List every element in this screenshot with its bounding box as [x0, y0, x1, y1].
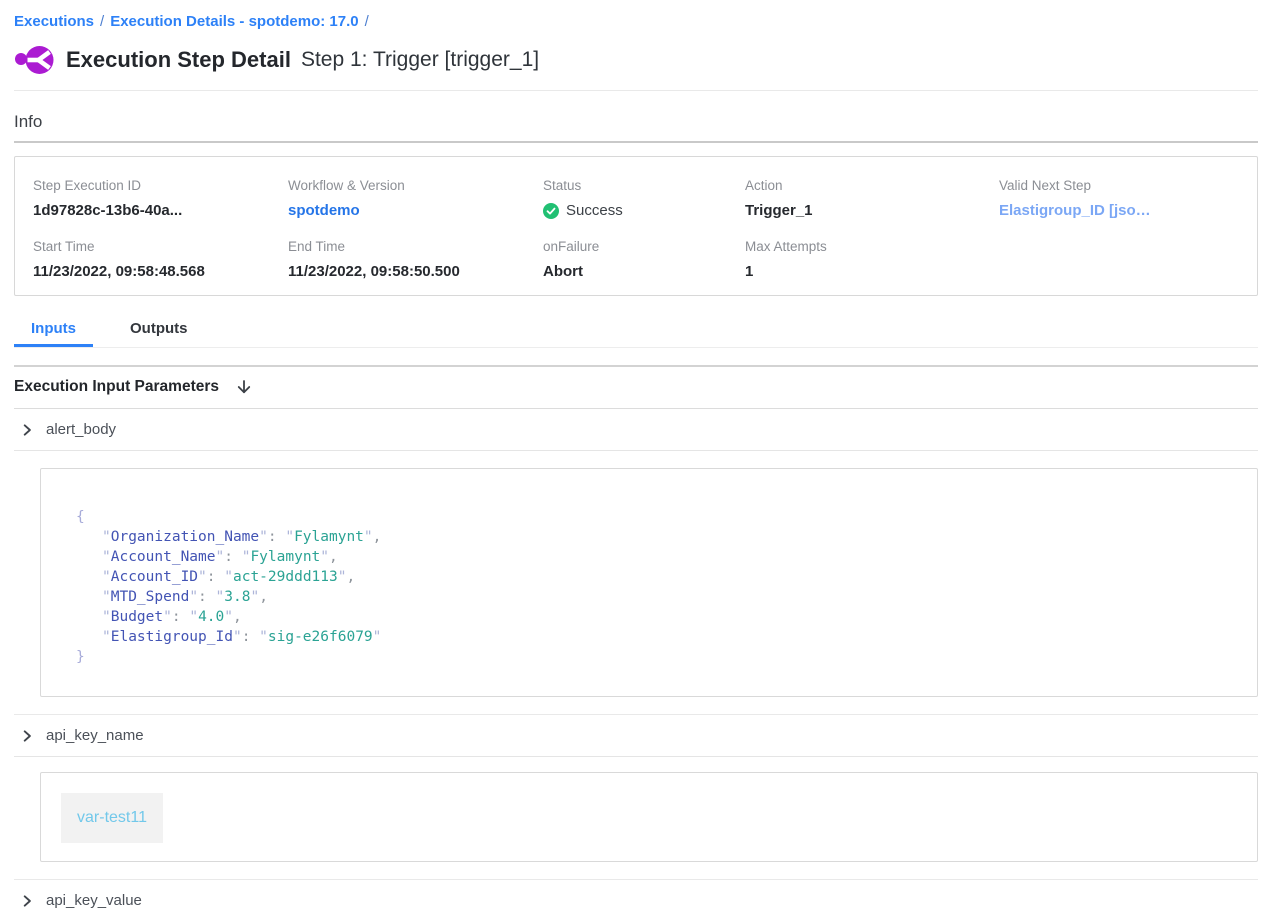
info-field-value: Elastigroup_ID [jso…	[999, 200, 1239, 221]
spacer	[14, 348, 1258, 365]
json-line: {	[76, 507, 1223, 527]
alert-body-json-viewer: {"Organization_Name": "Fylamynt","Accoun…	[40, 468, 1258, 697]
json-line: "Account_ID": "act-29ddd113",	[76, 567, 1223, 587]
info-field-label: Start Time	[33, 238, 288, 256]
json-line: "Elastigroup_Id": "sig-e26f6079"	[76, 627, 1223, 647]
tab-inputs[interactable]: Inputs	[14, 316, 93, 347]
valid-next-step-link[interactable]: Elastigroup_ID [jso…	[999, 200, 1151, 221]
api-key-name-chip: var-test11	[61, 793, 163, 843]
execution-input-parameters-header: Execution Input Parameters	[14, 367, 1258, 409]
info-field-action: Action Trigger_1	[745, 177, 999, 221]
header-divider	[14, 90, 1258, 91]
execution-step-detail-page: Executions / Execution Details - spotdemo:…	[0, 0, 1272, 919]
success-check-icon	[543, 203, 559, 219]
spacer	[14, 697, 1258, 714]
info-field-spacer	[999, 238, 1239, 282]
info-divider	[14, 141, 1258, 143]
chevron-right-icon	[20, 729, 34, 743]
breadcrumb-separator: /	[365, 13, 369, 30]
info-field-value: Abort	[543, 261, 745, 282]
page-title: Execution Step Detail	[66, 47, 291, 73]
info-field-label: Status	[543, 177, 745, 195]
section-name: alert_body	[46, 421, 116, 438]
info-field-step-execution-id: Step Execution ID 1d97828c-13b6-40a...	[33, 177, 288, 221]
spacer	[14, 862, 1258, 879]
breadcrumb-link-execution-details[interactable]: Execution Details - spotdemo: 17.0	[110, 13, 358, 30]
breadcrumb-separator: /	[100, 13, 104, 30]
info-field-label: End Time	[288, 238, 543, 256]
info-heading: Info	[14, 112, 1258, 132]
info-field-value: 11/23/2022, 09:58:48.568	[33, 261, 288, 282]
workflow-version-link[interactable]: spotdemo	[288, 200, 360, 221]
info-field-label: Workflow & Version	[288, 177, 543, 195]
breadcrumb: Executions / Execution Details - spotdemo:…	[14, 0, 1258, 30]
json-line: "Organization_Name": "Fylamynt",	[76, 527, 1223, 547]
info-field-value: 11/23/2022, 09:58:50.500	[288, 261, 543, 282]
info-field-workflow-version: Workflow & Version spotdemo	[288, 177, 543, 221]
info-field-label: onFailure	[543, 238, 745, 256]
info-field-label: Max Attempts	[745, 238, 999, 256]
info-field-value: 1	[745, 261, 999, 282]
chevron-right-icon	[20, 423, 34, 437]
info-field-label: Step Execution ID	[33, 177, 288, 195]
info-field-label: Valid Next Step	[999, 177, 1239, 195]
status-text: Success	[566, 200, 623, 221]
chevron-right-icon	[20, 894, 34, 908]
tab-outputs[interactable]: Outputs	[113, 316, 205, 347]
info-field-max-attempts: Max Attempts 1	[745, 238, 999, 282]
info-field-value: 1d97828c-13b6-40a...	[33, 200, 288, 221]
section-api-key-value[interactable]: api_key_value	[14, 880, 1258, 919]
info-field-value: Success	[543, 200, 745, 221]
tab-bar: Inputs Outputs	[14, 316, 1258, 348]
json-line: "Budget": "4.0",	[76, 607, 1223, 627]
info-card: Step Execution ID 1d97828c-13b6-40a...Wor…	[14, 156, 1258, 296]
section-name: api_key_name	[46, 727, 144, 744]
page-header: Execution Step Detail Step 1: Trigger [t…	[14, 43, 1258, 77]
json-line: "Account_Name": "Fylamynt",	[76, 547, 1223, 567]
api-key-name-value-card: var-test11	[40, 772, 1258, 862]
info-field-end-time: End Time 11/23/2022, 09:58:50.500	[288, 238, 543, 282]
breadcrumb-link-executions[interactable]: Executions	[14, 13, 94, 30]
info-field-valid-next-step: Valid Next Step Elastigroup_ID [jso…	[999, 177, 1239, 221]
section-alert-body[interactable]: alert_body	[14, 409, 1258, 451]
info-field-value: Trigger_1	[745, 200, 999, 221]
section-name: api_key_value	[46, 892, 142, 909]
section-api-key-name[interactable]: api_key_name	[14, 715, 1258, 757]
json-line: }	[76, 647, 1223, 667]
info-field-status: Status Success	[543, 177, 745, 221]
download-arrow-icon[interactable]	[235, 378, 253, 396]
info-field-label: Action	[745, 177, 999, 195]
info-field-on-failure: onFailure Abort	[543, 238, 745, 282]
fylamynt-logo-icon	[14, 43, 54, 77]
execution-input-parameters-title: Execution Input Parameters	[14, 378, 219, 396]
page-subtitle: Step 1: Trigger [trigger_1]	[301, 48, 539, 72]
info-field-value: spotdemo	[288, 200, 543, 221]
info-field-start-time: Start Time 11/23/2022, 09:58:48.568	[33, 238, 288, 282]
json-line: "MTD_Spend": "3.8",	[76, 587, 1223, 607]
